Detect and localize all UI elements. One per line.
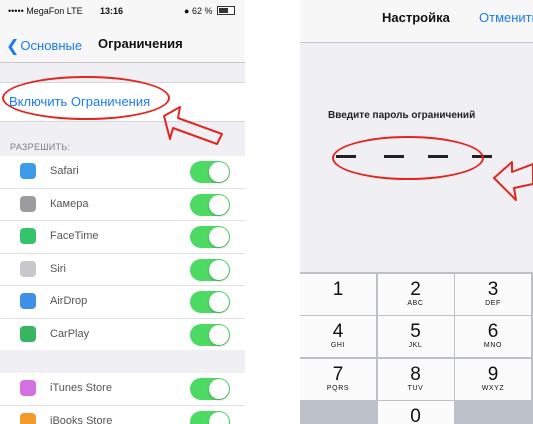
annotation-arrow-icon [163,106,223,145]
keypad-key-7[interactable]: 7 PQRS [300,358,376,400]
keypad-key-4[interactable]: 4 GHI [300,316,376,357]
list-item: Safari [0,156,245,189]
toggle-switch[interactable] [190,410,230,424]
annotation-arrow-icon [493,161,533,201]
keypad-blank [300,401,376,424]
page-title: Ограничения [98,36,183,51]
toggle-knob [209,162,229,182]
cancel-button[interactable]: Отменить [479,10,533,25]
toggle-switch[interactable] [190,291,230,313]
list-item: CarPlay [0,319,245,351]
key-digit: 5 [410,321,421,342]
toggle-switch[interactable] [190,193,230,216]
key-letters: MNO [483,342,503,349]
list-item-label: Safari [50,165,79,177]
toggle-knob [209,411,229,424]
keypad-blank [455,401,531,424]
key-letters: TUV [407,384,424,392]
key-digit: 0 [410,406,421,424]
list-item-label: AirDrop [50,295,88,307]
key-digit [455,401,531,407]
numeric-keypad: 1 2 ABC 3 DEF 4 GHI 5 JKL 6 MNO 7 PQRS 8 TUV 9 WXYZ 0 [300,272,533,424]
list-item-label: CarPlay [50,327,90,340]
list-item-label: FaceTime [50,230,99,242]
list-item: iTunes Store [0,373,245,406]
list-item: FaceTime [0,221,245,254]
back-label: Основные [20,38,83,53]
list-item-label: iTunes Store [50,382,112,394]
section-header: РАЗРЕШИТЬ: [10,142,71,152]
key-letters: DEF [485,299,501,307]
list-item-label: iBooks Store [50,414,113,424]
keypad-key-8[interactable]: 8 TUV [377,358,454,400]
highlight-oval [332,136,484,180]
toggle-knob [209,292,229,312]
toggle-switch[interactable] [190,161,230,183]
keypad-key-2[interactable]: 2 ABC [377,273,454,315]
list-item: Камера [0,189,245,221]
list-item-label: Камера [50,197,89,210]
keypad-key-6[interactable]: 6 MNO [455,316,531,357]
toggle-switch[interactable] [190,378,230,400]
key-letters: WXYZ [481,384,505,392]
toggle-knob [209,259,229,280]
key-digit: 8 [410,363,421,385]
key-digit: 3 [487,278,499,300]
key-digit: 1 [332,278,344,300]
list-item: iBooks Store [0,406,245,424]
keypad-key-0[interactable]: 0 [377,401,454,424]
highlight-oval [2,76,170,120]
key-digit: 2 [410,278,421,300]
toggle-knob [209,379,229,399]
nav-bar: Настройка Отменить [300,0,533,43]
toggle-switch[interactable] [190,226,230,248]
key-digit: 6 [487,321,499,342]
key-letters: PQRS [326,384,350,392]
key-letters: GHI [330,342,346,349]
key-digit: 4 [332,321,344,342]
back-button[interactable]: ❮Основные [6,35,82,55]
battery-percent: 62 % [191,6,213,16]
list-item: AirDrop [0,286,245,319]
key-letters: JKL [408,342,423,349]
passcode-screen: Настройка Отменить Введите пароль ограни… [300,0,533,424]
key-letters: ABC [407,299,424,307]
toggle-knob [209,194,229,215]
key-digit: 7 [332,363,344,385]
battery-icon [217,6,235,15]
keypad-key-1[interactable]: 1 [300,273,376,315]
chevron-left-icon: ❮ [6,38,20,55]
airdrop-icon [20,293,36,309]
carrier-label: ••••• MegaFon LTE [8,6,83,16]
page-title: Настройка [382,10,450,25]
location-icon: ● [184,6,190,16]
carplay-icon [20,325,36,342]
key-digit: 9 [487,363,499,385]
toggle-switch[interactable] [190,323,230,346]
siri-icon [20,260,36,277]
toggle-switch[interactable] [190,258,230,281]
status-time: 13:16 [100,6,124,16]
passcode-prompt: Введите пароль ограничений [328,110,476,121]
keypad-key-3[interactable]: 3 DEF [455,273,531,315]
keypad-key-9[interactable]: 9 WXYZ [455,358,531,400]
itunes-icon [20,380,36,396]
safari-icon [20,163,36,179]
facetime-icon [20,228,36,244]
keypad-key-5[interactable]: 5 JKL [377,316,454,357]
toggle-knob [209,324,229,345]
battery-indicator: ● 62 % [184,6,235,16]
status-bar: ••••• MegaFon LTE 13:16 ● 62 % [0,0,245,22]
store-list: iTunes Store iBooks Store [0,373,245,424]
toggle-knob [209,227,229,247]
key-digit [300,401,376,407]
camera-icon [20,195,36,212]
allow-list: Safari Камера FaceTime Siri AirDrop CarPlay [0,156,245,350]
ibooks-icon [20,412,36,424]
restrictions-screen: ••••• MegaFon LTE 13:16 ● 62 % ❮Основные… [0,0,245,424]
list-item-label: Siri [50,262,66,275]
list-item: Siri [0,254,245,286]
nav-bar: ❮Основные Ограничения [0,22,245,63]
